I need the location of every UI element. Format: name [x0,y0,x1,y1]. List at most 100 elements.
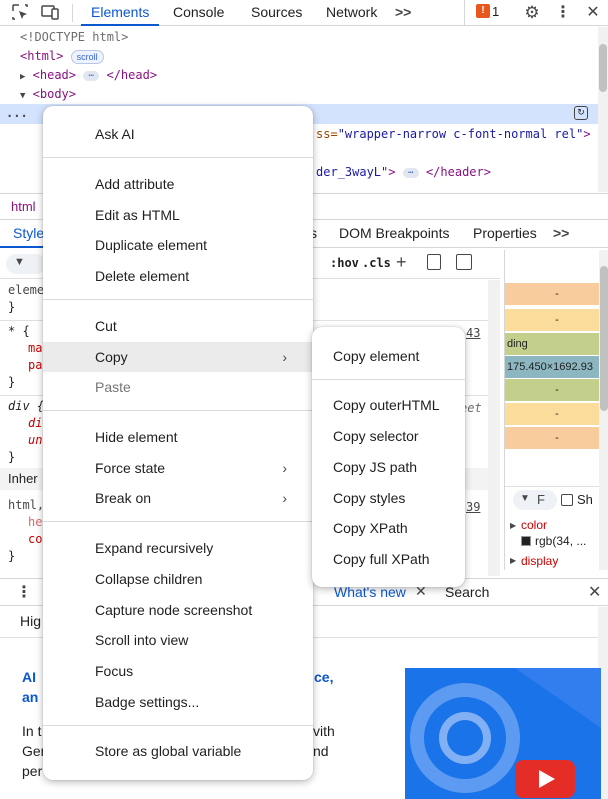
computed-filter-input[interactable]: ▼ F [513,490,557,510]
breadcrumb-item-html[interactable]: html [11,199,36,214]
brace: } [8,450,16,464]
cls-button[interactable]: .cls [362,256,391,270]
headline-fragment[interactable]: AI [22,669,36,685]
tab-sources[interactable]: Sources [251,0,302,26]
border-bottom-value[interactable]: - [505,403,608,425]
menu-item-collapse-children[interactable]: Collapse children [95,564,202,594]
settings-gear-icon[interactable]: ⚙ [522,3,542,23]
menu-item-duplicate-element[interactable]: Duplicate element [95,230,207,260]
class-attr-fragment: ss= [316,127,338,141]
tree-scrollbar-thumb[interactable] [599,44,607,92]
headline-tail[interactable]: ce, [314,669,333,685]
more-options-kebab-icon[interactable]: ⋮ [553,3,573,23]
menu-item-capture-node-screenshot[interactable]: Capture node screenshot [95,595,252,625]
computed-color-prop[interactable]: color [521,518,547,532]
html-node[interactable]: <html> scroll [20,47,104,66]
menu-item-delete-element[interactable]: Delete element [95,261,189,291]
tab-console[interactable]: Console [173,0,224,26]
more-tabs-chevron-icon[interactable]: >> [395,0,411,26]
menu-item-copy-xpath[interactable]: Copy XPath [333,513,408,543]
inspect-element-icon[interactable] [10,3,30,23]
tab-dom-breakpoints[interactable]: DOM Breakpoints [339,225,449,241]
menu-item-copy[interactable]: Copy › [43,342,313,372]
styles-scrollbar[interactable] [488,280,500,576]
menu-item-copy-outerhtml[interactable]: Copy outerHTML [333,390,440,420]
menu-item-cut[interactable]: Cut [95,311,117,341]
margin-bottom-value[interactable]: - [505,427,608,449]
content-dimensions[interactable]: 175.450×1692.93 [505,356,608,378]
menu-item-copy-styles[interactable]: Copy styles [333,483,405,513]
tab-network[interactable]: Network [326,0,377,26]
margin-value[interactable]: - [505,283,608,305]
menu-item-add-attribute[interactable]: Add attribute [95,169,174,199]
menu-item-copy-js-path[interactable]: Copy JS path [333,452,417,482]
source-link[interactable]: 39 [466,500,480,514]
collapse-triangle-icon[interactable]: ▼ [20,91,25,101]
computed-display-prop[interactable]: display [521,554,558,568]
menu-item-expand-recursively[interactable]: Expand recursively [95,533,213,563]
doctype-node[interactable]: <!DOCTYPE html> [20,28,128,47]
highlights-label: Hig [20,613,42,629]
show-all-checkbox[interactable] [561,494,573,506]
hov-button[interactable]: :hov [330,256,359,270]
computed-scrollbar-thumb[interactable] [600,266,608,411]
menu-item-paste[interactable]: Paste [95,372,131,402]
border-value[interactable]: - [505,309,608,331]
menu-item-break-on-label: Break on [95,490,152,506]
menu-item-badge-settings[interactable]: Badge settings... [95,687,199,717]
header-node-fragment[interactable]: der_3wayL"> … </header> [316,163,491,182]
margin-prop-fragment[interactable]: ma [28,341,42,355]
issues-flag-icon[interactable]: ! [476,4,490,18]
show-all-label-fragment: Sh [577,492,593,507]
device-toolbar-icon[interactable] [40,3,60,23]
menu-item-force-state[interactable]: Force state › [43,453,313,483]
div-node-fragment[interactable]: ss="wrapper-narrow c-font-normal rel"> [316,125,591,144]
scroll-badge[interactable]: scroll [70,49,104,64]
headline-fragment[interactable]: an [22,689,38,705]
more-subtabs-chevron-icon[interactable]: >> [553,225,569,241]
whats-new-video-thumbnail[interactable] [405,668,601,799]
head-node[interactable]: ▶ <head> … </head> [20,66,157,85]
padding-prop-fragment[interactable]: pa [28,358,42,372]
menu-item-hide-element[interactable]: Hide element [95,422,178,452]
color-swatch[interactable] [521,536,531,546]
menu-item-copy-element[interactable]: Copy element [333,341,419,371]
menu-item-ask-ai[interactable]: Ask AI [95,119,135,149]
collapsed-children-dots[interactable]: … [83,69,100,81]
body-tail: vith [313,723,335,739]
expand-triangle-icon[interactable]: ▶ [20,72,25,82]
new-style-rule-plus-icon[interactable]: + [396,252,407,273]
menu-item-break-on[interactable]: Break on › [43,483,313,513]
close-devtools-icon[interactable]: ✕ [583,3,603,23]
menu-item-force-state-label: Force state [95,460,166,476]
issues-count[interactable]: 1 [492,0,499,26]
body-fragment: per [22,763,43,779]
star-selector[interactable]: * { [8,324,30,338]
toggle-sidebar-icon[interactable] [456,254,472,270]
menu-item-focus[interactable]: Focus [95,656,133,686]
tab-elements[interactable]: Elements [81,0,160,26]
row-dots[interactable]: ... [6,104,28,122]
styles-filter-input[interactable]: ▼ [6,254,46,274]
body-node[interactable]: ▼ <body> [20,85,76,104]
element-state-paint-icon[interactable] [427,254,441,270]
ai-assist-icon[interactable]: ↻ [574,106,588,120]
menu-item-copy-selector[interactable]: Copy selector [333,421,419,451]
drawer-menu-kebab-icon[interactable]: ⋮ [16,582,32,602]
menu-item-edit-as-html[interactable]: Edit as HTML [95,200,180,230]
html-tag: <html> [20,49,64,63]
collapsed-children-dots[interactable]: … [402,166,419,178]
div-selector[interactable]: div { [8,399,44,413]
tab-properties[interactable]: Properties [473,225,537,241]
source-link[interactable]: 43 [466,326,480,340]
menu-item-store-as-global-variable[interactable]: Store as global variable [95,736,241,766]
expand-triangle-icon[interactable]: ▶ [510,521,516,530]
menu-item-copy-full-xpath[interactable]: Copy full XPath [333,544,430,574]
copy-submenu: Copy element Copy outerHTML Copy selecto… [312,327,465,587]
unicode-bidi-prop-fragment: un [28,433,43,447]
close-drawer-icon[interactable]: ✕ [588,582,601,602]
padding-bottom-value[interactable]: - [505,379,608,401]
menu-item-scroll-into-view[interactable]: Scroll into view [95,625,188,655]
expand-triangle-icon[interactable]: ▶ [510,556,516,565]
submenu-chevron-icon: › [282,460,287,476]
